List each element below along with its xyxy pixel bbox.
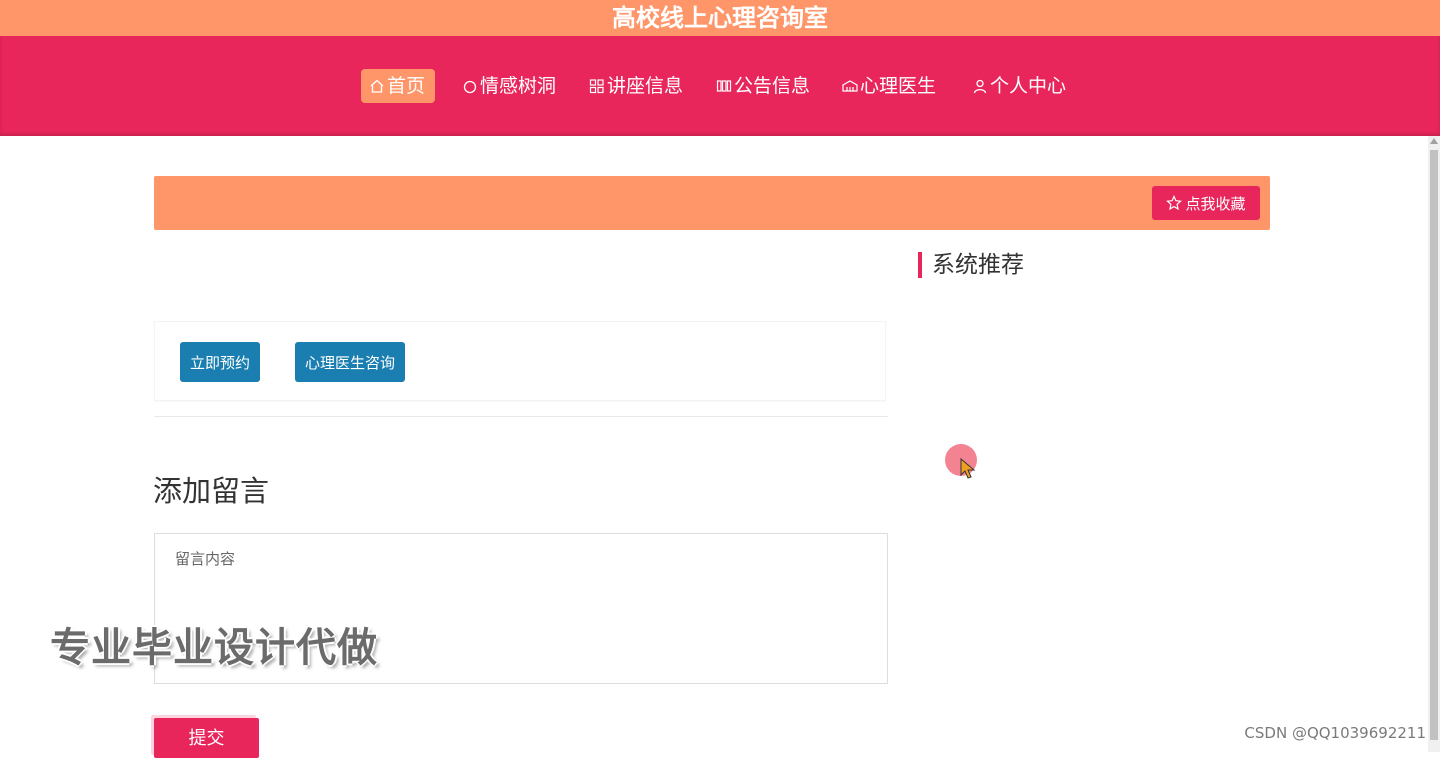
nav-item-home[interactable]: 首页 [361, 69, 436, 103]
nav-item-label: 首页 [387, 75, 426, 97]
sidebar-title: 系统推荐 [918, 252, 1024, 278]
clinic-icon [842, 78, 858, 94]
nav-item-announcements[interactable]: 公告信息 [708, 69, 820, 103]
nav-item-label: 情感树洞 [480, 75, 557, 97]
message-section-title: 添加留言 [153, 474, 270, 508]
user-icon [972, 78, 988, 94]
banner: 点我收藏 [154, 176, 1270, 230]
nav-item-lectures[interactable]: 讲座信息 [581, 69, 693, 103]
site-title: 高校线上心理咨询室 [0, 0, 1440, 36]
submit-button[interactable]: 提交 [154, 718, 259, 758]
mouse-pointer-icon [960, 458, 976, 479]
star-icon [1166, 195, 1183, 211]
nav-item-profile[interactable]: 个人中心 [964, 69, 1076, 103]
scrollbar-thumb[interactable] [1430, 150, 1438, 740]
home-icon [369, 78, 385, 94]
main-navbar: 首页 情感树洞 讲座信息 公告信息 心理医生 个人中心 [0, 36, 1440, 136]
collect-button[interactable]: 点我收藏 [1152, 186, 1260, 220]
scroll-up-arrow-icon[interactable] [1430, 138, 1438, 144]
consult-doctor-button[interactable]: 心理医生咨询 [295, 342, 406, 382]
circle-icon [462, 78, 478, 94]
nav-item-label: 个人中心 [990, 75, 1067, 97]
nav-item-doctors[interactable]: 心理医生 [834, 69, 946, 103]
nav-item-label: 公告信息 [734, 75, 811, 97]
appointment-button[interactable]: 立即预约 [180, 342, 261, 382]
grid-icon [589, 78, 605, 94]
section-divider [154, 416, 888, 417]
ad-overlay-text: 专业毕业设计代做 [50, 625, 378, 671]
collect-button-label: 点我收藏 [1185, 194, 1246, 213]
columns-icon [716, 78, 732, 94]
nav-item-label: 心理医生 [860, 75, 937, 97]
nav-item-label: 讲座信息 [607, 75, 684, 97]
watermark-text: CSDN @QQ1039692211 [1244, 724, 1426, 742]
nav-item-tree-hole[interactable]: 情感树洞 [454, 69, 566, 103]
action-panel: 立即预约 心理医生咨询 [154, 321, 886, 401]
vertical-scrollbar[interactable] [1428, 136, 1440, 752]
